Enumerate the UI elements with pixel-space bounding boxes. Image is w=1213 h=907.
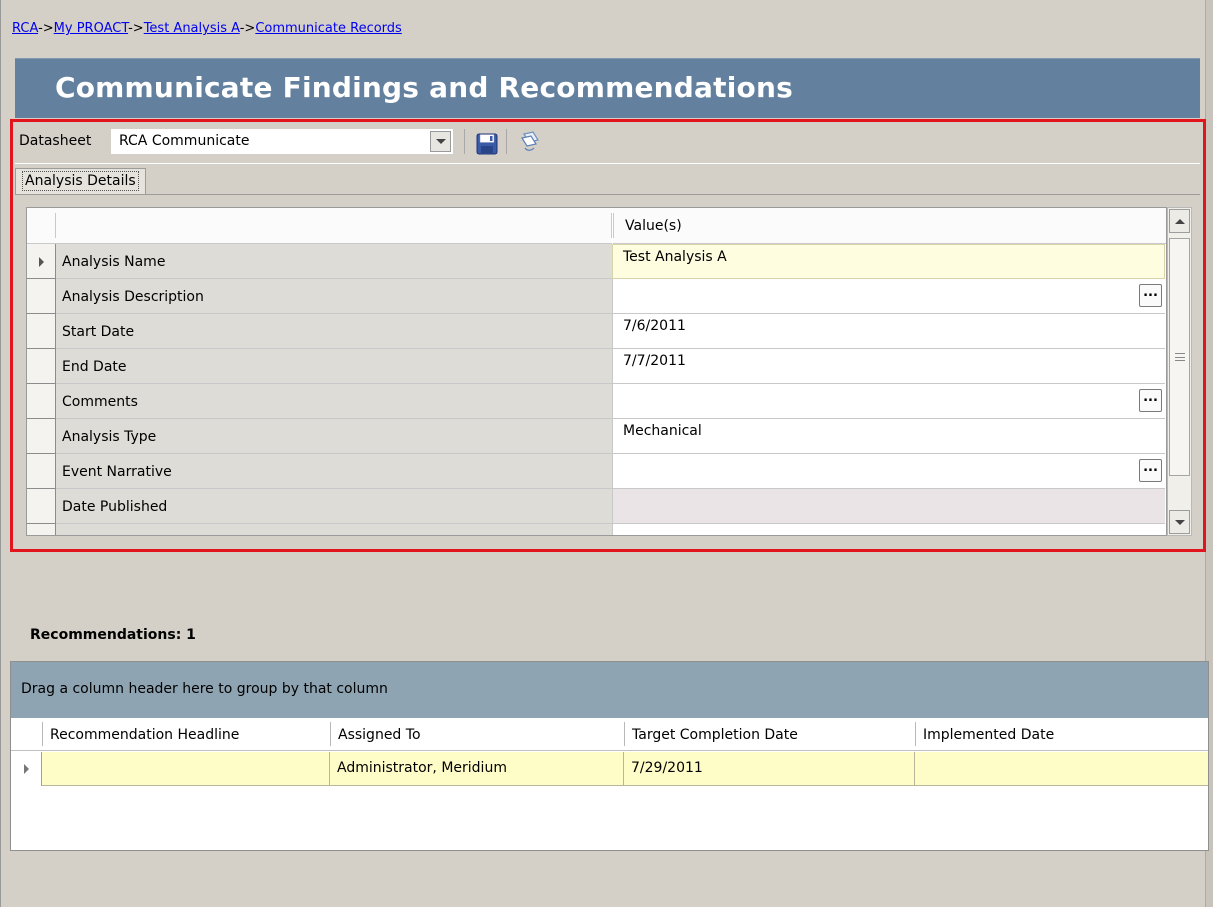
save-icon[interactable] xyxy=(476,133,498,155)
chevron-down-icon xyxy=(435,139,446,144)
row-selector[interactable] xyxy=(11,752,42,786)
copy-icon[interactable] xyxy=(518,130,542,154)
page-title: Communicate Findings and Recommendations xyxy=(55,71,793,104)
row-selector[interactable] xyxy=(27,279,56,314)
grid-row-start-date[interactable]: Start Date 7/6/2011 xyxy=(27,314,1166,349)
grid-row-partial xyxy=(27,524,1166,535)
grid-row-analysis-description[interactable]: Analysis Description ... xyxy=(27,279,1166,314)
datasheet-select[interactable]: RCA Communicate xyxy=(111,129,453,154)
field-value-analysis-description[interactable]: ... xyxy=(612,279,1165,314)
field-value-analysis-name[interactable]: Test Analysis A xyxy=(612,244,1165,279)
breadcrumb-separator: -> xyxy=(128,21,144,36)
scroll-thumb[interactable] xyxy=(1169,238,1190,476)
scroll-down-button[interactable] xyxy=(1169,510,1190,534)
grid-header-name xyxy=(56,213,612,238)
cell-recommendation-headline[interactable] xyxy=(42,752,330,786)
column-header-assigned-to[interactable]: Assigned To xyxy=(330,718,624,751)
row-selector[interactable] xyxy=(27,314,56,349)
field-value-comments[interactable]: ... xyxy=(612,384,1165,419)
column-header-target-completion-date[interactable]: Target Completion Date xyxy=(624,718,915,751)
grid-row-analysis-type[interactable]: Analysis Type Mechanical xyxy=(27,419,1166,454)
row-selector[interactable] xyxy=(27,384,56,419)
field-value-event-narrative[interactable]: ... xyxy=(612,454,1165,489)
toolbar-separator xyxy=(464,129,465,154)
grid-header-selector xyxy=(27,213,56,238)
analysis-details-grid: Value(s) Analysis Name Test Analysis A A… xyxy=(26,207,1167,536)
row-selector[interactable] xyxy=(27,244,56,279)
field-value-end-date[interactable]: 7/7/2011 xyxy=(612,349,1165,384)
field-label: Start Date xyxy=(56,314,612,349)
cell-target-completion-date[interactable]: 7/29/2011 xyxy=(624,752,915,786)
recommendations-header: Recommendation Headline Assigned To Targ… xyxy=(11,718,1208,751)
field-label: Analysis Description xyxy=(56,279,612,314)
row-pointer-icon xyxy=(24,764,29,774)
grid-row-event-narrative[interactable]: Event Narrative ... xyxy=(27,454,1166,489)
field-label: Analysis Name xyxy=(56,244,612,279)
tab-content-border xyxy=(15,194,1200,195)
field-label: Date Published xyxy=(56,489,612,524)
breadcrumb-link-my-proact[interactable]: My PROACT xyxy=(54,21,128,36)
row-selector[interactable] xyxy=(27,489,56,524)
datasheet-dropdown-button[interactable] xyxy=(430,131,451,152)
field-value-date-published xyxy=(612,489,1165,524)
grid-row-analysis-name[interactable]: Analysis Name Test Analysis A xyxy=(27,244,1166,279)
chevron-up-icon xyxy=(1174,218,1185,224)
page-title-banner: Communicate Findings and Recommendations xyxy=(15,58,1200,118)
cell-implemented-date[interactable] xyxy=(915,752,1208,786)
ellipsis-button[interactable]: ... xyxy=(1139,389,1162,412)
datasheet-label: Datasheet xyxy=(19,133,92,149)
grid-row-end-date[interactable]: End Date 7/7/2011 xyxy=(27,349,1166,384)
recommendations-grid: Drag a column header here to group by th… xyxy=(10,661,1209,851)
field-value-analysis-type[interactable]: Mechanical xyxy=(612,419,1165,454)
column-header-recommendation-headline[interactable]: Recommendation Headline xyxy=(42,718,330,751)
breadcrumb-link-communicate-records[interactable]: Communicate Records xyxy=(255,21,401,36)
field-label: Event Narrative xyxy=(56,454,612,489)
tab-analysis-details[interactable]: Analysis Details xyxy=(15,168,146,194)
ellipsis-button[interactable]: ... xyxy=(1139,459,1162,482)
grip-icon xyxy=(1175,353,1185,361)
breadcrumb: RCA->My PROACT->Test Analysis A->Communi… xyxy=(12,21,402,37)
toolbar-separator xyxy=(506,129,507,154)
recommendations-count-label: Recommendations: 1 xyxy=(30,627,196,643)
field-value xyxy=(612,524,1165,535)
row-selector[interactable] xyxy=(27,454,56,489)
group-by-drop-area[interactable]: Drag a column header here to group by th… xyxy=(11,662,1208,718)
grid-header-values[interactable]: Value(s) xyxy=(612,208,1165,244)
grid-row-date-published[interactable]: Date Published xyxy=(27,489,1166,524)
row-selector xyxy=(27,524,56,535)
breadcrumb-link-test-analysis-a[interactable]: Test Analysis A xyxy=(144,21,240,36)
cell-assigned-to[interactable]: Administrator, Meridium xyxy=(330,752,624,786)
ellipsis-button[interactable]: ... xyxy=(1139,284,1162,307)
field-label: Analysis Type xyxy=(56,419,612,454)
column-header-implemented-date[interactable]: Implemented Date xyxy=(915,718,1208,751)
field-label: Comments xyxy=(56,384,612,419)
tab-label: Analysis Details xyxy=(22,171,139,191)
tabstrip-line xyxy=(15,163,1200,164)
grid-row-comments[interactable]: Comments ... xyxy=(27,384,1166,419)
row-selector[interactable] xyxy=(27,349,56,384)
grid-vertical-scrollbar[interactable] xyxy=(1167,207,1192,536)
field-label: End Date xyxy=(56,349,612,384)
breadcrumb-link-rca[interactable]: RCA xyxy=(12,21,38,36)
grid-header: Value(s) xyxy=(27,208,1166,244)
datasheet-select-value: RCA Communicate xyxy=(119,133,250,149)
app-window: RCA->My PROACT->Test Analysis A->Communi… xyxy=(0,0,1213,907)
scroll-up-button[interactable] xyxy=(1169,209,1190,233)
breadcrumb-separator: -> xyxy=(38,21,54,36)
chevron-down-icon xyxy=(1174,519,1185,525)
table-row[interactable]: Administrator, Meridium 7/29/2011 xyxy=(11,752,1208,786)
datasheet-toolbar: Datasheet RCA Communicate xyxy=(15,124,1200,160)
row-selector[interactable] xyxy=(27,419,56,454)
row-pointer-icon xyxy=(39,257,44,267)
field-value-start-date[interactable]: 7/6/2011 xyxy=(612,314,1165,349)
breadcrumb-separator: -> xyxy=(239,21,256,36)
field-label xyxy=(56,524,612,535)
